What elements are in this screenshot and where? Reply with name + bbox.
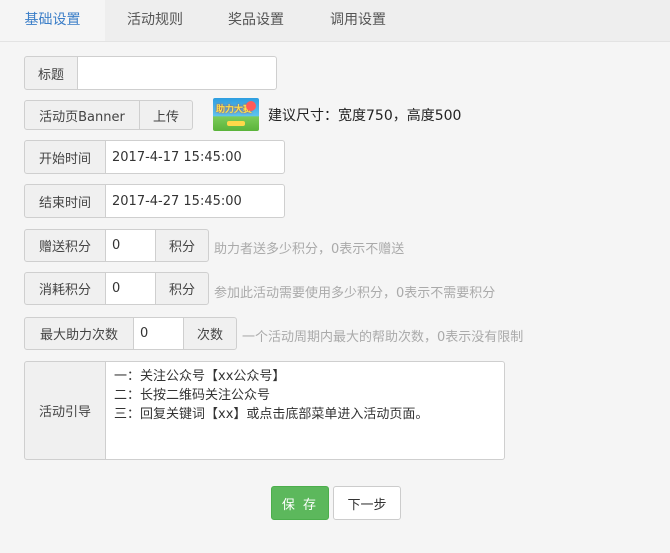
guide-label: 活动引导 [24, 361, 106, 460]
consume-points-unit: 积分 [155, 272, 209, 305]
gift-points-input[interactable]: 0 [105, 229, 156, 262]
upload-button[interactable]: 上传 [139, 100, 193, 130]
consume-points-hint: 参加此活动需要使用多少积分，0表示不需要积分 [214, 286, 496, 301]
tab-basic-settings[interactable]: 基础设置 [0, 0, 105, 41]
title-input[interactable] [77, 56, 277, 90]
guide-textarea[interactable]: 一：关注公众号【xx公众号】 二：长按二维码关注公众号 三：回复关键词【xx】或… [105, 361, 505, 460]
tab-activity-rules[interactable]: 活动规则 [105, 0, 205, 41]
max-help-label: 最大助力次数 [24, 317, 134, 350]
end-time-label: 结束时间 [24, 184, 106, 218]
banner-size-note: 建议尺寸：宽度750，高度500 [268, 108, 462, 124]
tab-call-settings[interactable]: 调用设置 [307, 0, 409, 41]
max-help-hint: 一个活动周期内最大的帮助次数，0表示没有限制 [242, 330, 524, 345]
max-help-input[interactable]: 0 [133, 317, 184, 350]
banner-thumbnail-bar [227, 121, 245, 126]
guide-line: 一：关注公众号【xx公众号】 [114, 369, 286, 384]
banner-label: 活动页Banner [24, 100, 140, 130]
end-time-input[interactable]: 2017-4-27 15:45:00 [105, 184, 285, 218]
max-help-unit: 次数 [183, 317, 237, 350]
banner-thumbnail-badge [246, 101, 256, 111]
tab-prize-settings[interactable]: 奖品设置 [205, 0, 307, 41]
gift-points-hint: 助力者送多少积分，0表示不赠送 [214, 242, 405, 257]
consume-points-label: 消耗积分 [24, 272, 106, 305]
consume-points-input[interactable]: 0 [105, 272, 156, 305]
start-time-input[interactable]: 2017-4-17 15:45:00 [105, 140, 285, 174]
gift-points-label: 赠送积分 [24, 229, 106, 262]
guide-line: 三：回复关键词【xx】或点击底部菜单进入活动页面。 [114, 407, 429, 422]
next-step-button[interactable]: 下一步 [333, 486, 401, 520]
start-time-label: 开始时间 [24, 140, 106, 174]
gift-points-unit: 积分 [155, 229, 209, 262]
save-button[interactable]: 保 存 [271, 486, 329, 520]
tab-bar: 基础设置 活动规则 奖品设置 调用设置 [0, 0, 670, 42]
guide-line: 二：长按二维码关注公众号 [114, 388, 271, 403]
banner-thumbnail-image: 助力大赛 [213, 98, 259, 131]
title-label: 标题 [24, 56, 78, 90]
